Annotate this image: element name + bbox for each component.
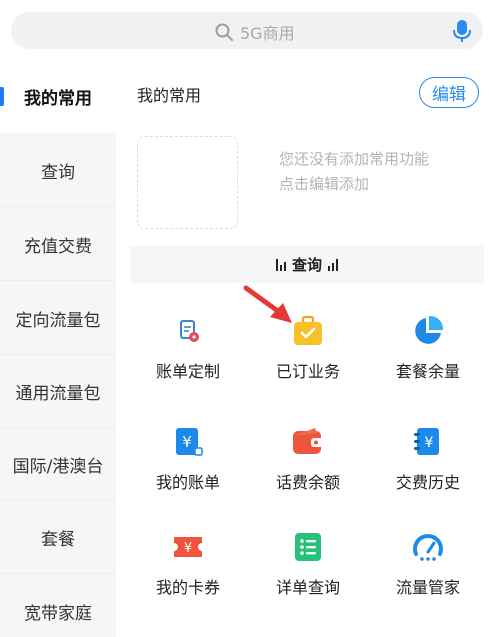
grid-item-my-bill[interactable]: ¥ 我的账单 bbox=[128, 425, 248, 515]
sidebar-item-my-frequent[interactable]: 我的常用 bbox=[0, 60, 116, 133]
sidebar-item-label: 查询 bbox=[41, 162, 75, 183]
grid-item-data-manager[interactable]: 流量管家 bbox=[368, 530, 488, 620]
sidebar-item-general-data[interactable]: 通用流量包 bbox=[0, 355, 116, 428]
sidebar-item-recharge[interactable]: 充值交费 bbox=[0, 208, 116, 281]
sidebar-item-label: 定向流量包 bbox=[15, 310, 101, 331]
sidebar-item-label: 国际/港澳台 bbox=[12, 456, 104, 477]
bars-left-icon bbox=[275, 258, 286, 271]
grid-item-label: 交费历史 bbox=[395, 473, 460, 492]
grid-item-coupon[interactable]: ¥ 我的卡券 bbox=[128, 530, 248, 620]
svg-text:¥: ¥ bbox=[182, 433, 192, 451]
detail-query-icon bbox=[295, 533, 321, 561]
grid-item-phone-balance[interactable]: 话费余额 bbox=[248, 425, 368, 515]
svg-text:¥: ¥ bbox=[425, 435, 434, 451]
coupon-icon: ¥ bbox=[174, 537, 202, 557]
section-title: 我的常用 bbox=[137, 86, 202, 105]
grid-item-plan-balance[interactable]: 套餐余量 bbox=[368, 314, 488, 404]
section-label: 查询 bbox=[291, 256, 322, 274]
grid-item-label: 账单定制 bbox=[155, 362, 220, 381]
grid-item-bill-customize[interactable]: 账单定制 bbox=[128, 314, 248, 404]
grid-item-label: 流量管家 bbox=[395, 578, 460, 597]
phone-balance-icon bbox=[293, 428, 323, 454]
sidebar-item-targeted-data[interactable]: 定向流量包 bbox=[0, 282, 116, 355]
grid-item-detail-query[interactable]: 详单查询 bbox=[248, 530, 368, 620]
search-placeholder-group: 5G商用 bbox=[214, 20, 295, 44]
grid-item-label: 详单查询 bbox=[275, 578, 340, 597]
category-sidebar: 我的常用 查询 充值交费 定向流量包 通用流量包 国际/港澳台 套餐 宽带家庭 bbox=[0, 60, 116, 637]
sidebar-item-broadband[interactable]: 宽带家庭 bbox=[0, 575, 116, 637]
data-manager-icon bbox=[413, 534, 443, 561]
microphone-icon[interactable] bbox=[451, 19, 473, 43]
grid-item-label: 我的卡券 bbox=[155, 578, 220, 597]
empty-hint-line2: 点击编辑添加 bbox=[279, 175, 370, 193]
search-icon bbox=[215, 23, 233, 41]
grid-item-label: 话费余额 bbox=[275, 473, 340, 492]
sidebar-item-label: 套餐 bbox=[41, 529, 75, 550]
section-divider: 查询 bbox=[130, 246, 484, 283]
svg-text:¥: ¥ bbox=[184, 541, 192, 556]
sidebar-item-international[interactable]: 国际/港澳台 bbox=[0, 428, 116, 501]
sidebar-item-label: 通用流量包 bbox=[15, 383, 101, 404]
grid-item-label: 已订业务 bbox=[275, 362, 340, 381]
search-input[interactable]: 5G商用 bbox=[240, 20, 295, 44]
sidebar-item-query[interactable]: 查询 bbox=[0, 134, 116, 207]
sidebar-item-label: 充值交费 bbox=[24, 236, 92, 257]
red-arrow-annotation-icon bbox=[243, 285, 292, 323]
grid-item-label: 套餐余量 bbox=[395, 362, 460, 381]
empty-hint-line1: 您还没有添加常用功能 bbox=[279, 150, 430, 168]
bill-customize-icon bbox=[180, 320, 199, 342]
search-bar[interactable]: 5G商用 bbox=[11, 12, 483, 49]
plan-balance-icon bbox=[415, 315, 444, 344]
payment-history-icon: ¥ bbox=[414, 428, 439, 455]
empty-slot-placeholder[interactable] bbox=[137, 136, 238, 229]
active-indicator bbox=[0, 87, 4, 106]
edit-button[interactable]: 编辑 bbox=[419, 77, 479, 108]
sidebar-item-plans[interactable]: 套餐 bbox=[0, 501, 116, 574]
grid-item-label: 我的账单 bbox=[155, 473, 220, 492]
sidebar-item-label: 我的常用 bbox=[24, 89, 92, 109]
sidebar-item-label: 宽带家庭 bbox=[24, 603, 92, 624]
bars-right-icon bbox=[328, 258, 338, 271]
my-bill-icon: ¥ bbox=[176, 428, 203, 456]
grid-item-payment-history[interactable]: ¥ 交费历史 bbox=[368, 425, 488, 515]
